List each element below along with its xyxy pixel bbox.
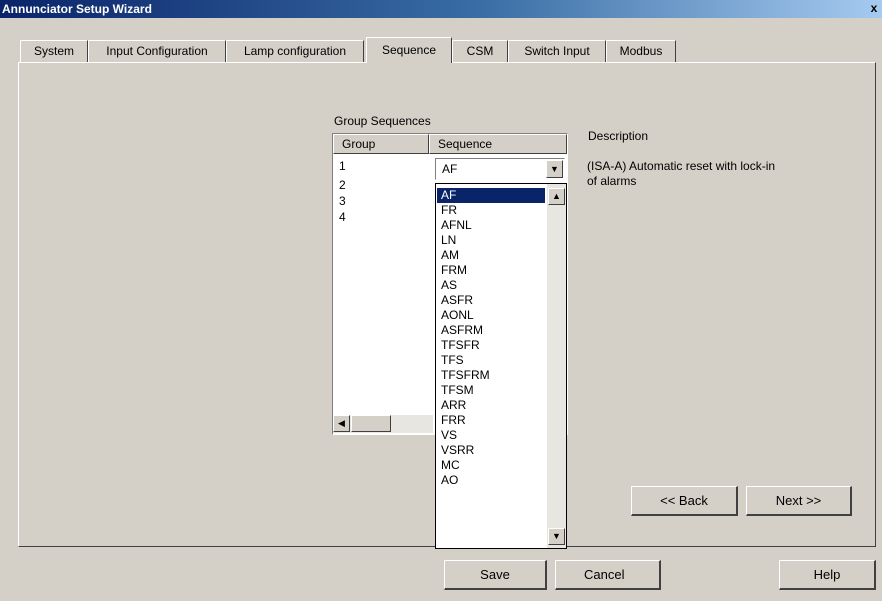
group-sequences-label: Group Sequences: [334, 114, 431, 128]
tab-lamp-configuration[interactable]: Lamp configuration: [226, 40, 364, 62]
option-arr[interactable]: ARR: [437, 398, 545, 413]
help-button[interactable]: Help: [779, 560, 876, 590]
scroll-up-icon[interactable]: ▲: [548, 188, 565, 205]
option-ln[interactable]: LN: [437, 233, 545, 248]
horizontal-scrollbar[interactable]: ◀: [333, 415, 433, 433]
group-row-2[interactable]: 2: [339, 179, 346, 191]
tab-input-configuration[interactable]: Input Configuration: [88, 40, 226, 62]
sequence-combo[interactable]: AF ▼: [435, 158, 565, 180]
option-afnl[interactable]: AFNL: [437, 218, 545, 233]
tab-switch-input[interactable]: Switch Input: [508, 40, 606, 62]
scroll-down-icon[interactable]: ▼: [548, 528, 565, 545]
option-as[interactable]: AS: [437, 278, 545, 293]
tab-csm[interactable]: CSM: [452, 40, 508, 62]
chevron-down-icon[interactable]: ▼: [546, 160, 563, 178]
window-title: Annunciator Setup Wizard: [2, 2, 152, 16]
group-row-3[interactable]: 3: [339, 195, 346, 207]
group-row-1[interactable]: 1: [339, 160, 346, 172]
option-tfsfr[interactable]: TFSFR: [437, 338, 545, 353]
sequence-dropdown-list[interactable]: AF FR AFNL LN AM FRM AS ASFR AONL ASFRM …: [435, 183, 567, 549]
column-header-group[interactable]: Group: [333, 134, 429, 154]
cancel-button[interactable]: Cancel: [555, 560, 661, 590]
tab-modbus[interactable]: Modbus: [606, 40, 676, 62]
scroll-thumb[interactable]: [351, 415, 391, 432]
description-text-line-1: (ISA-A) Automatic reset with lock-in: [587, 159, 776, 173]
option-am[interactable]: AM: [437, 248, 545, 263]
option-mc[interactable]: MC: [437, 458, 545, 473]
sequence-combo-value: AF: [442, 162, 458, 176]
save-button[interactable]: Save: [444, 560, 547, 590]
title-bar: Annunciator Setup Wizard x: [0, 0, 882, 18]
option-asfrm[interactable]: ASFRM: [437, 323, 545, 338]
description-label: Description: [588, 129, 649, 143]
option-ao[interactable]: AO: [437, 473, 545, 488]
tab-sequence[interactable]: Sequence: [366, 37, 452, 63]
option-tfs[interactable]: TFS: [437, 353, 545, 368]
column-header-sequence[interactable]: Sequence: [429, 134, 567, 154]
option-fr[interactable]: FR: [437, 203, 545, 218]
option-frr[interactable]: FRR: [437, 413, 545, 428]
option-vs[interactable]: VS: [437, 428, 545, 443]
option-vsrr[interactable]: VSRR: [437, 443, 545, 458]
close-icon[interactable]: x: [868, 0, 880, 16]
option-frm[interactable]: FRM: [437, 263, 545, 278]
next-button[interactable]: Next >>: [746, 486, 852, 516]
option-aonl[interactable]: AONL: [437, 308, 545, 323]
option-tfsfrm[interactable]: TFSFRM: [437, 368, 545, 383]
option-asfr[interactable]: ASFR: [437, 293, 545, 308]
description-text-line-2: of alarms: [587, 174, 637, 188]
scroll-left-icon[interactable]: ◀: [333, 415, 350, 432]
tab-system[interactable]: System: [20, 40, 88, 62]
group-row-4[interactable]: 4: [339, 211, 346, 223]
vertical-scrollbar[interactable]: ▲ ▼: [547, 184, 566, 548]
option-tfsm[interactable]: TFSM: [437, 383, 545, 398]
back-button[interactable]: << Back: [631, 486, 738, 516]
option-af[interactable]: AF: [437, 188, 545, 203]
